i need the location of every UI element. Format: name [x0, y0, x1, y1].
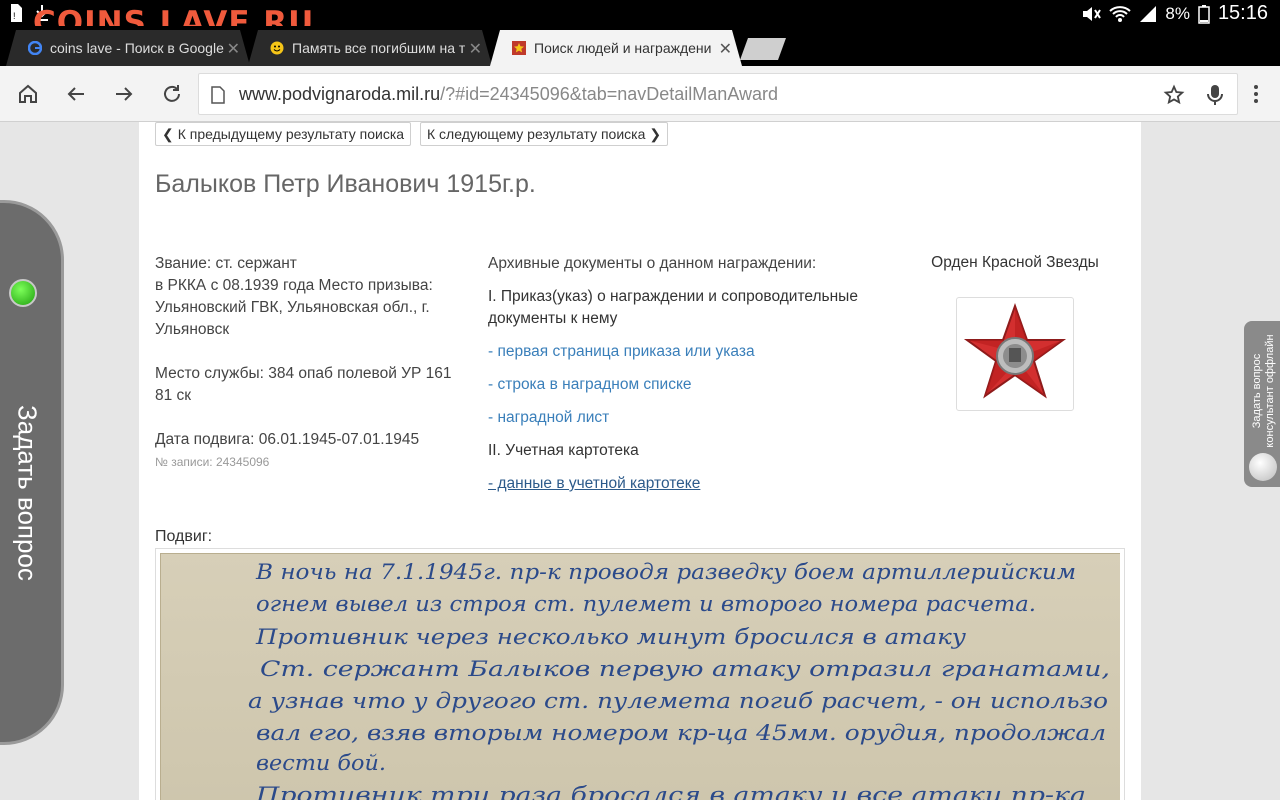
page-icon	[211, 86, 225, 104]
person-name: Балыков Петр Иванович 1915г.р.	[155, 170, 536, 198]
consultant-orb-icon	[1249, 453, 1277, 481]
address-bar[interactable]: www.podvignaroda.mil.ru/?#id=24345096&ta…	[198, 73, 1238, 115]
wifi-icon	[1109, 5, 1132, 22]
home-icon[interactable]	[16, 82, 40, 106]
google-icon	[28, 41, 42, 55]
rank-line: в РККА с 08.1939 года Место призыва:	[155, 277, 433, 294]
rank-line: Звание: ст. сержант	[155, 255, 297, 272]
handwriting-line: огнем вывел из строя ст. пулемет и второ…	[256, 592, 1036, 616]
back-icon[interactable]	[64, 82, 88, 106]
rank-line: Ульяновский ГВК, Ульяновская обл., г.	[155, 299, 430, 316]
ask-question-widget[interactable]: Задать вопрос	[0, 200, 64, 745]
close-icon[interactable]: ✕	[719, 39, 732, 59]
tab-google[interactable]: coins lave - Поиск в Google ✕	[6, 30, 250, 66]
handwritten-document: В ночь на 7.1.1945г. пр-к проводя развед…	[160, 553, 1120, 800]
prev-result-button[interactable]: ❮ К предыдущему результату поиска	[155, 122, 412, 146]
reload-icon[interactable]	[160, 82, 184, 106]
next-result-button[interactable]: К следующему результату поиска ❯	[420, 122, 669, 146]
consultant-widget[interactable]: Задать вопрос консультант оффлайн	[1244, 321, 1280, 487]
tab-label: Поиск людей и награждени	[534, 40, 712, 56]
archive-docs: Архивные документы о данном награждении:…	[488, 253, 888, 495]
tab-label: coins lave - Поиск в Google	[50, 40, 224, 56]
microphone-icon[interactable]	[1205, 84, 1225, 106]
archive-heading: Архивные документы о данном награждении:	[488, 255, 817, 272]
status-bar: ! 8% 15:16 COINS.LAVE.RU	[0, 0, 1280, 41]
handwriting-line: Противник три раза бросался в атаку и вс…	[255, 783, 1086, 800]
red-star-medal-icon	[963, 302, 1067, 399]
smiley-icon	[270, 41, 284, 55]
feat-label: Подвиг:	[155, 528, 213, 545]
clock: 15:16	[1217, 2, 1268, 24]
chevron-left-icon: ❮	[162, 125, 174, 142]
feat-date: Дата подвига: 06.01.1945-07.01.1945	[155, 431, 420, 448]
tab-podvig[interactable]: Поиск людей и награждени ✕	[490, 30, 742, 66]
award-sheet-scan: В ночь на 7.1.1945г. пр-к проводя развед…	[155, 548, 1125, 800]
handwriting-line: Ст. сержант Балыков первую атаку отразил…	[260, 657, 1110, 681]
battery-icon	[1198, 4, 1210, 24]
new-tab-button[interactable]	[740, 38, 786, 60]
bookmark-star-icon[interactable]	[1163, 84, 1185, 106]
person-info: Звание: ст. сержант в РККА с 08.1939 год…	[155, 253, 475, 473]
url-text: www.podvignaroda.mil.ru/?#id=24345096&ta…	[239, 84, 779, 104]
link-order-first-page[interactable]: - первая страница приказа или указа	[488, 341, 888, 363]
ask-question-label: Задать вопрос	[12, 405, 43, 581]
svg-text:!: !	[13, 11, 16, 21]
consultant-label: Задать вопрос консультант оффлайн	[1251, 334, 1276, 448]
menu-icon[interactable]	[1244, 82, 1268, 106]
section-order: I. Приказ(указ) о награждении и сопровод…	[488, 288, 858, 327]
service-line: Место службы: 384 опаб полевой УР 161	[155, 365, 452, 382]
chevron-right-icon: ❯	[649, 125, 662, 142]
tab-label: Память все погибшим на т	[292, 40, 466, 56]
handwriting-line: вал его, взяв вторым номером кр-ца 45мм.…	[256, 721, 1106, 745]
close-icon[interactable]: ✕	[469, 39, 482, 59]
star-icon	[512, 41, 526, 55]
handwriting-line: вести бой.	[256, 751, 386, 775]
rank-line: Ульяновск	[155, 321, 230, 338]
page-content: ❮ К предыдущему результату поиска К след…	[139, 122, 1141, 800]
mute-icon	[1083, 6, 1102, 21]
handwriting-line: Противник через несколько минут бросился…	[255, 625, 967, 649]
award-image[interactable]	[956, 297, 1074, 411]
link-card-data[interactable]: - данные в учетной картотеке	[488, 473, 888, 495]
award-title: Орден Красной Звезды	[931, 254, 1099, 271]
forward-icon[interactable]	[112, 82, 136, 106]
handwriting-line: а узнав что у другого ст. пулемета погиб…	[248, 689, 1108, 713]
signal-icon	[1140, 5, 1157, 22]
browser-toolbar: www.podvignaroda.mil.ru/?#id=24345096&ta…	[0, 66, 1280, 122]
tab-pamyat[interactable]: Память все погибшим на т ✕	[248, 30, 492, 66]
section-card-index: II. Учетная картотека	[488, 442, 639, 459]
link-award-sheet[interactable]: - наградной лист	[488, 407, 888, 429]
service-line: 81 ск	[155, 387, 192, 404]
link-award-list-row[interactable]: - строка в наградном списке	[488, 374, 888, 396]
record-number: № записи: 24345096	[155, 455, 270, 469]
handwriting-lines: В ночь на 7.1.1945г. пр-к проводя развед…	[160, 553, 1120, 800]
battery-percent: 8%	[1165, 3, 1190, 23]
close-icon[interactable]: ✕	[227, 39, 240, 59]
tab-strip: coins lave - Поиск в Google ✕ Память все…	[0, 26, 1280, 66]
online-status-icon	[9, 279, 37, 307]
sim-icon: !	[11, 4, 22, 22]
handwriting-line: В ночь на 7.1.1945г. пр-к проводя развед…	[255, 560, 1076, 584]
